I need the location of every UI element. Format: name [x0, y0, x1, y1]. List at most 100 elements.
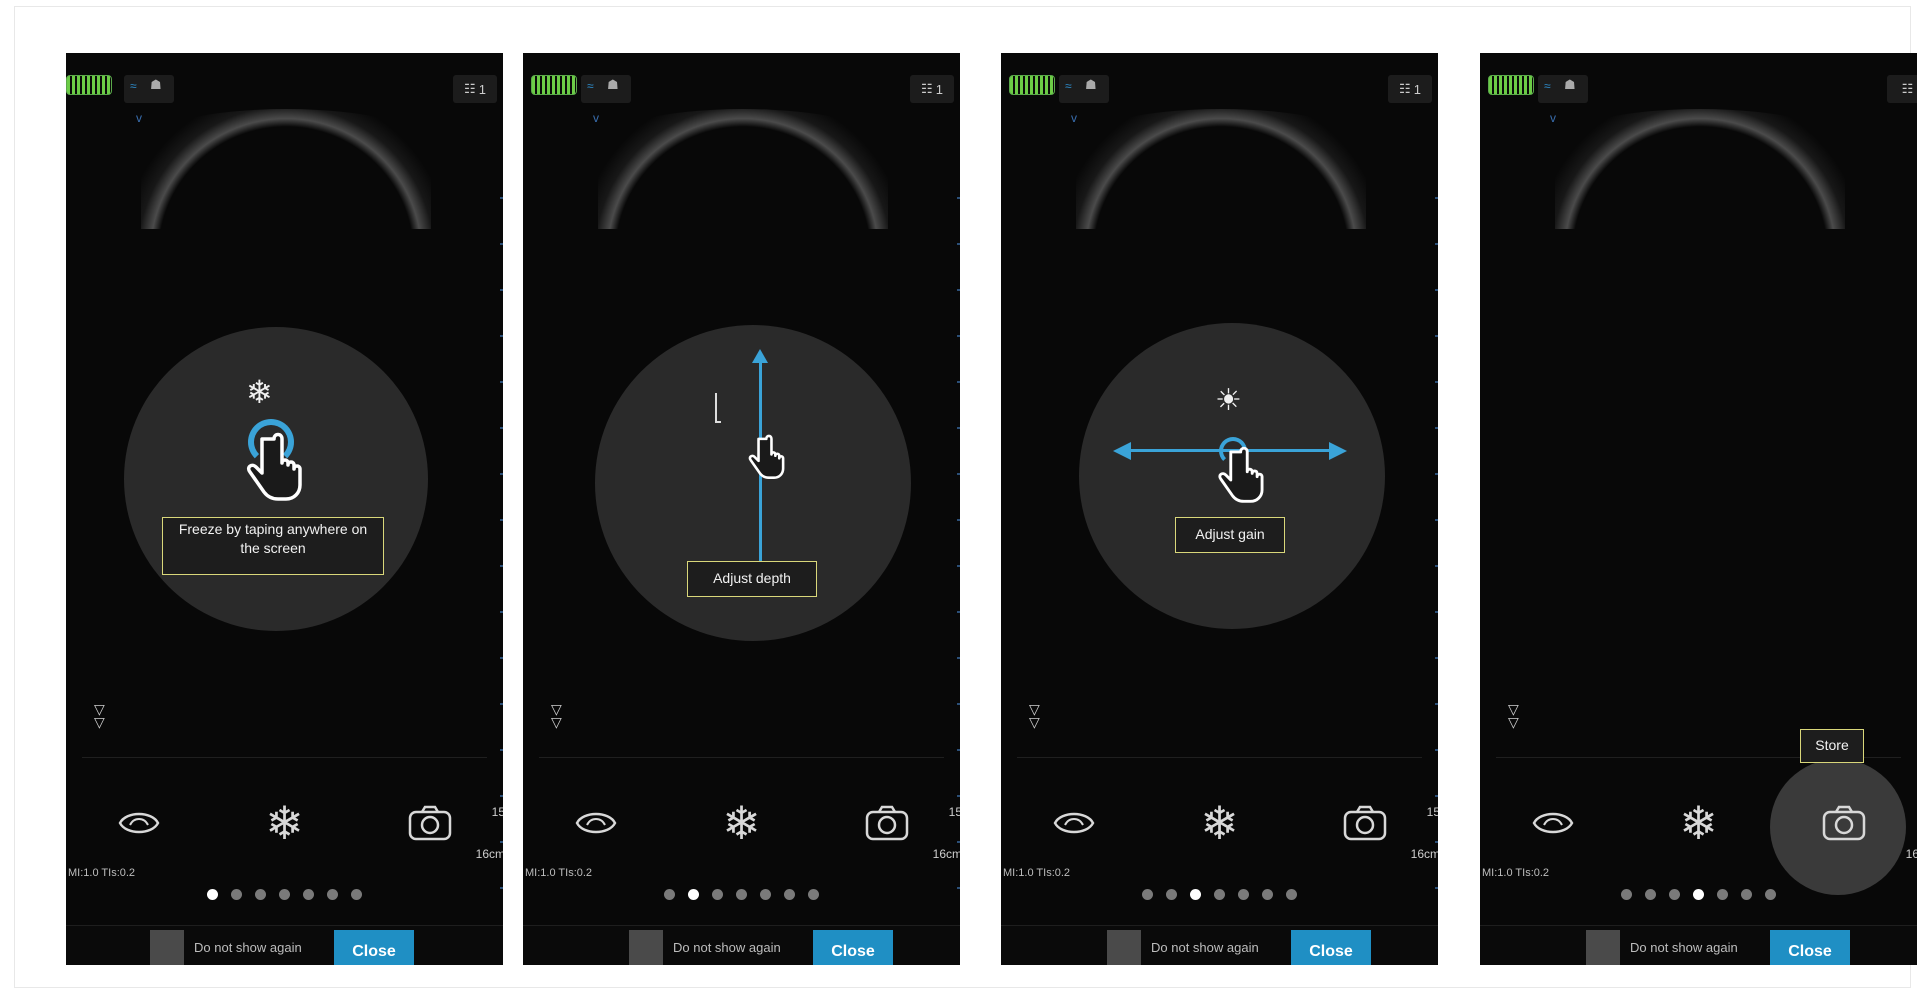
page-dot[interactable]	[231, 889, 242, 900]
footer-bar: Do not show again Close	[1001, 925, 1438, 965]
patient-icon: ☷	[464, 81, 476, 96]
double-chevron-down-icon[interactable]: ▽ ▽	[1029, 702, 1040, 729]
ultrasound-sector	[1076, 109, 1366, 229]
camera-icon[interactable]	[400, 793, 460, 853]
arrow-right-head	[1329, 442, 1347, 460]
do-not-show-checkbox[interactable]	[1586, 930, 1620, 965]
camera-icon[interactable]	[1335, 793, 1395, 853]
freeze-icon[interactable]: ❄	[711, 793, 771, 853]
page-dot[interactable]	[1214, 889, 1225, 900]
page-dot[interactable]	[1741, 889, 1752, 900]
page-dot[interactable]	[207, 889, 218, 900]
page-dot[interactable]	[1621, 889, 1632, 900]
close-button[interactable]: Close	[1770, 930, 1850, 965]
page-dot[interactable]	[1669, 889, 1680, 900]
patient-badge[interactable]: ☷	[1887, 75, 1917, 103]
touch-hand-icon	[246, 432, 302, 501]
page-dot[interactable]	[1262, 889, 1273, 900]
wifi-icon: ≈	[1065, 79, 1072, 93]
checkbox-label: Do not show again	[194, 940, 302, 955]
battery-icon	[1009, 75, 1055, 95]
freeze-icon[interactable]: ❄	[1189, 793, 1249, 853]
mi-ti-readout: MI:1.0 TIs:0.2	[1003, 867, 1071, 879]
page-dot[interactable]	[255, 889, 266, 900]
footer-bar: Do not show again Close	[66, 925, 503, 965]
double-chevron-down-icon[interactable]: ▽ ▽	[551, 702, 562, 729]
do-not-show-checkbox[interactable]	[629, 930, 663, 965]
page-dot[interactable]	[1190, 889, 1201, 900]
patient-icon: ☷	[1901, 81, 1914, 96]
page-dot[interactable]	[1645, 889, 1656, 900]
wifi-icon: ≈	[130, 79, 137, 93]
double-chevron-down-icon[interactable]: ▽ ▽	[1508, 702, 1519, 729]
scan-mode-icon[interactable]	[1523, 793, 1583, 853]
patient-badge[interactable]: ☷ 1	[910, 75, 954, 103]
page-dot[interactable]	[712, 889, 723, 900]
bottom-toolbar: ❄	[1001, 793, 1438, 853]
divider	[82, 757, 487, 758]
do-not-show-checkbox[interactable]	[1107, 930, 1141, 965]
arrow-up-head	[752, 349, 768, 363]
scan-mode-icon[interactable]	[1044, 793, 1104, 853]
page-dot[interactable]	[736, 889, 747, 900]
orientation-marker: v	[136, 111, 142, 125]
tutorial-panel-freeze: ≈ ☗ v ☷ 1 ❄ Freeze by taping anywhere on…	[66, 53, 503, 965]
page-dot[interactable]	[688, 889, 699, 900]
orientation-marker: v	[1550, 111, 1556, 125]
close-button[interactable]: Close	[1291, 930, 1371, 965]
depth-readout: 16	[1905, 847, 1917, 861]
scale-marker-top: 15	[491, 805, 503, 819]
checkbox-label: Do not show again	[1151, 940, 1259, 955]
page-dot[interactable]	[351, 889, 362, 900]
patient-count: 1	[935, 81, 943, 97]
scan-mode-icon[interactable]	[566, 793, 626, 853]
camera-icon[interactable]	[857, 793, 917, 853]
page-dot[interactable]	[1286, 889, 1297, 900]
page-indicator	[1001, 889, 1438, 900]
orientation-marker: v	[593, 111, 599, 125]
page-dot[interactable]	[327, 889, 338, 900]
depth-ruler-icon	[715, 393, 721, 423]
camera-icon[interactable]	[1814, 793, 1874, 853]
page-dot[interactable]	[1765, 889, 1776, 900]
page-dot[interactable]	[784, 889, 795, 900]
status-icons: ≈ ☗	[581, 75, 631, 103]
depth-readout: 16cm	[1410, 847, 1438, 861]
page-dot[interactable]	[303, 889, 314, 900]
hint-label: Adjust gain	[1175, 517, 1285, 553]
double-chevron-down-icon[interactable]: ▽ ▽	[94, 702, 105, 729]
snowflake-icon: ❄	[246, 374, 273, 410]
page-dot[interactable]	[1693, 889, 1704, 900]
do-not-show-checkbox[interactable]	[150, 930, 184, 965]
freeze-icon[interactable]: ❄	[1668, 793, 1728, 853]
battery-icon	[66, 75, 112, 95]
page-dot[interactable]	[1238, 889, 1249, 900]
patient-badge[interactable]: ☷ 1	[453, 75, 497, 103]
page-indicator	[1480, 889, 1917, 900]
close-button[interactable]: Close	[334, 930, 414, 965]
patient-icon: ☷	[1399, 81, 1411, 96]
page-dot[interactable]	[664, 889, 675, 900]
bottom-toolbar: ❄	[1480, 793, 1917, 853]
status-icons: ≈ ☗	[1538, 75, 1588, 103]
page-dot[interactable]	[1142, 889, 1153, 900]
page-dot[interactable]	[808, 889, 819, 900]
status-icons: ≈ ☗	[124, 75, 174, 103]
page-dot[interactable]	[279, 889, 290, 900]
status-icons: ≈ ☗	[1059, 75, 1109, 103]
page-dot[interactable]	[1717, 889, 1728, 900]
freeze-icon[interactable]: ❄	[254, 793, 314, 853]
patient-count: 1	[478, 81, 486, 97]
checkbox-label: Do not show again	[1630, 940, 1738, 955]
page-dot[interactable]	[760, 889, 771, 900]
wifi-icon: ≈	[587, 79, 594, 93]
patient-badge[interactable]: ☷ 1	[1388, 75, 1432, 103]
mi-ti-readout: MI:1.0 TIs:0.2	[1482, 867, 1550, 879]
bottom-toolbar: ❄	[523, 793, 960, 853]
brightness-icon: ☀	[1215, 384, 1242, 417]
scan-mode-icon[interactable]	[109, 793, 169, 853]
close-button[interactable]: Close	[813, 930, 893, 965]
ultrasound-sector	[1555, 109, 1845, 229]
page-dot[interactable]	[1166, 889, 1177, 900]
footer-bar: Do not show again Close	[1480, 925, 1917, 965]
